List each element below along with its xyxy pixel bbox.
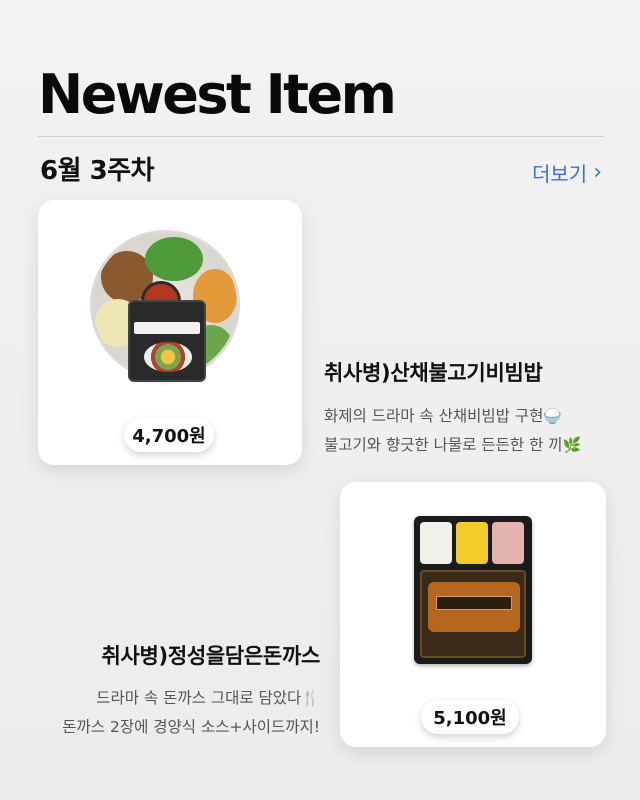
desc-line: 드라마 속 돈까스 그대로 담았다 <box>96 689 302 707</box>
desc-line: 불고기와 향긋한 나물로 든든한 한 끼 <box>324 436 563 454</box>
bibimbap-package-label <box>128 300 206 382</box>
more-label: 더보기 <box>531 162 588 186</box>
more-button[interactable]: 더보기 › <box>532 158 602 187</box>
rice-bowl-icon: 🍚 <box>543 407 563 425</box>
herb-icon: 🌿 <box>562 436 582 454</box>
price-tag-bibimbap: 4,700원 <box>124 418 214 452</box>
product-desc-bibimbap: 화제의 드라마 속 산채비빔밥 구현🍚 불고기와 향긋한 나물로 든든한 한 끼… <box>324 402 581 460</box>
price-tag-donkatsu: 5,100원 <box>421 700 519 734</box>
fork-knife-icon: 🍴 <box>301 689 320 707</box>
page-title: Newest Item <box>38 63 397 126</box>
product-name-donkatsu[interactable]: 취사병)정성을담은돈까스 <box>101 640 320 670</box>
week-label: 6월 3주차 <box>40 156 155 186</box>
desc-line: 돈까스 2장에 경양식 소스+사이드까지! <box>62 718 320 736</box>
chevron-right-icon: › <box>593 159 602 185</box>
desc-line: 화제의 드라마 속 산채비빔밥 구현 <box>324 407 544 425</box>
product-desc-donkatsu: 드라마 속 돈까스 그대로 담았다🍴 돈까스 2장에 경양식 소스+사이드까지! <box>62 684 320 742</box>
title-divider <box>38 136 604 137</box>
product-name-bibimbap[interactable]: 취사병)산채불고기비빔밥 <box>324 357 543 387</box>
donkatsu-image <box>414 516 532 664</box>
